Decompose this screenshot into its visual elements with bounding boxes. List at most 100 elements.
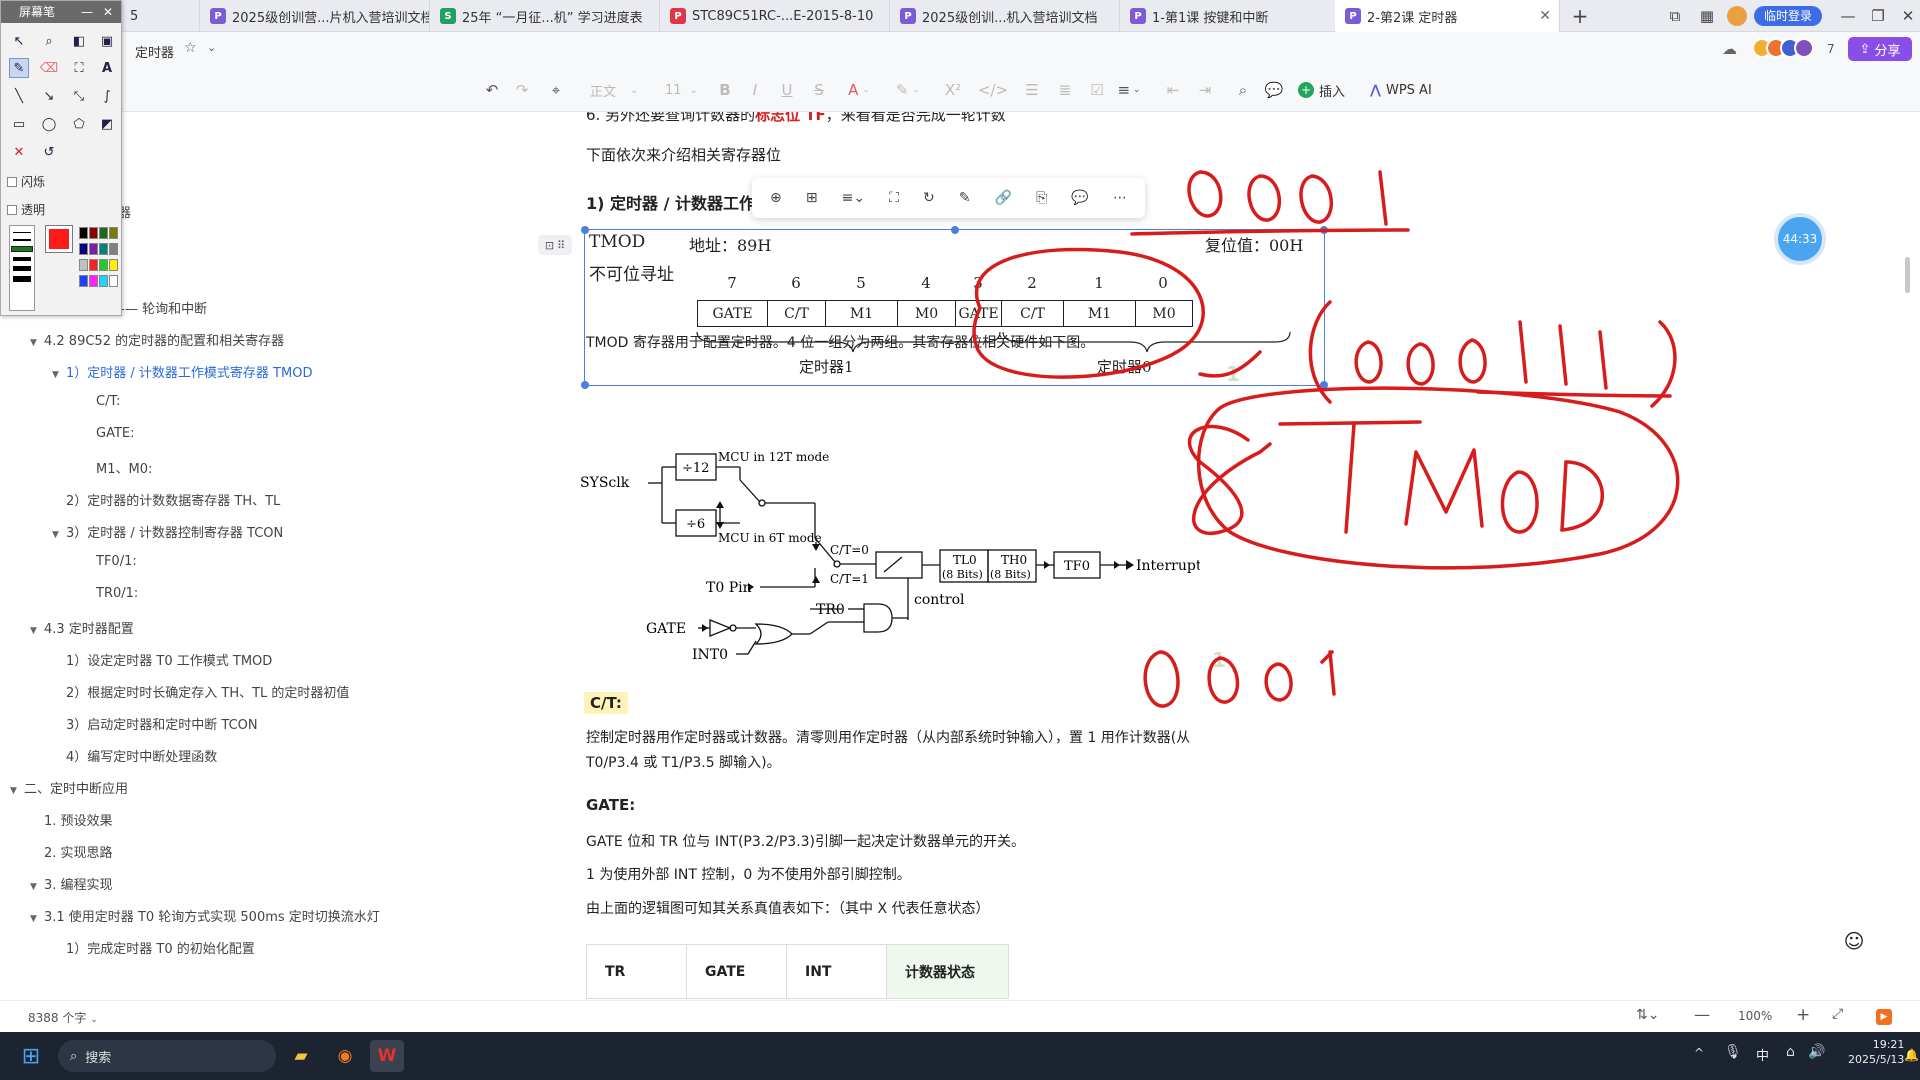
sidebar-item[interactable]: M1、M0: [96,458,152,477]
sidebar-item[interactable]: 1）设定定时器 T0 工作模式 TMOD [66,650,272,669]
tab-5[interactable]: P 1-第1课 按键和中断 [1120,0,1350,32]
shape-icon[interactable]: ◩ [97,114,117,134]
insert-button[interactable]: + 插入 [1298,80,1345,100]
recorder-icon[interactable]: ▶ [1876,1009,1892,1025]
zoom-in-icon[interactable]: + [1796,1005,1810,1025]
undo-icon[interactable]: ↺ [39,142,59,162]
pen-icon[interactable]: ✎ [9,58,29,78]
color-swatch[interactable] [109,243,118,255]
undo-icon[interactable]: ↶ [482,80,502,100]
cloud-icon[interactable]: ☁ [1722,40,1737,58]
transparent-checkbox[interactable]: 透明 [7,201,45,218]
indent-icon[interactable]: ⇥ [1195,80,1215,100]
caret-down-icon[interactable]: ▼ [30,914,44,924]
close-icon[interactable]: ✕ [103,1,113,23]
sidebar-item[interactable]: 2. 实现思路 [44,842,113,861]
current-color[interactable] [45,225,73,253]
tab-6-active[interactable]: P 2-第2课 定时器 ✕ [1335,0,1560,32]
network-icon[interactable]: ⌂ [1786,1044,1795,1060]
restore-icon[interactable]: ❐ [1863,0,1893,32]
sidebar-item[interactable]: ▼ 3. 编程实现 [30,874,113,893]
caret-down-icon[interactable]: ▼ [30,626,44,636]
bold-icon[interactable]: B [716,80,734,100]
color-swatch[interactable] [109,227,118,239]
color-swatch[interactable] [109,259,118,271]
wps-icon[interactable]: W [370,1040,404,1072]
document-canvas[interactable]: 6. 另外还要查询计数器的标志位 TF，来看看是否完成一轮计数 下面依次来介绍相… [538,112,1920,1032]
arrow-icon[interactable]: ↘ [39,86,59,106]
color-swatch[interactable] [89,227,98,239]
assistant-icon[interactable]: ☺ [1840,927,1868,955]
color-swatch[interactable] [89,259,98,271]
bullet-list-icon[interactable]: ☰ [1022,80,1042,100]
taskbar-search[interactable]: ⌕ 搜索 [58,1040,276,1072]
sidebar-item[interactable]: 1）完成定时器 T0 的初始化配置 [66,938,255,957]
code-icon[interactable]: </> [978,80,1008,100]
doc-title[interactable]: 定时器 [135,42,174,61]
sidebar-item[interactable]: ▼ 4.3 定时器配置 [30,618,134,637]
color-swatch[interactable] [99,243,108,255]
double-arrow-icon[interactable]: ⤡ [69,86,89,106]
strikethrough-icon[interactable]: S [810,80,828,100]
ellipse-icon[interactable]: ◯ [39,114,59,134]
tab-0[interactable]: 5 [120,0,200,32]
fullscreen-icon[interactable]: ⤢ [1832,1006,1843,1022]
caret-down-icon[interactable]: ▼ [52,530,66,540]
tab-3[interactable]: P STC89C51RC-...E-2015-8-10 [660,0,890,32]
curve-icon[interactable]: ∫ [97,86,117,106]
color-swatch[interactable] [109,275,118,287]
stroke-width-picker[interactable] [9,225,35,311]
underline-icon[interactable]: U [778,80,796,100]
sidebar-item[interactable]: 2）根据定时时长确定存入 TH、TL 的定时器初值 [66,682,349,701]
sidebar-item[interactable]: ▼ 3.1 使用定时器 T0 轮询方式实现 500ms 定时切换流水灯 [30,906,380,925]
sidebar-item[interactable]: TF0/1: [96,554,137,569]
text-icon[interactable]: A [97,58,117,78]
word-count[interactable]: 8388 个字 ⌄ [28,1009,98,1026]
color-swatch[interactable] [89,243,98,255]
checklist-icon[interactable]: ☑ [1087,80,1107,100]
firefox-icon[interactable]: ◉ [328,1040,362,1072]
new-tab-button[interactable]: + [1565,0,1595,32]
file-explorer-icon[interactable]: ▰ [284,1040,318,1072]
sidebar-item[interactable]: ▼ 1）定时器 / 计数器工作模式寄存器 TMOD [52,362,312,381]
comment-icon[interactable]: 💬 [1264,80,1284,100]
polygon-icon[interactable]: ⬠ [69,114,89,134]
microphone-icon[interactable]: 🎙 [1724,1044,1742,1060]
rectangle-icon[interactable]: ▭ [9,114,29,134]
close-tab-icon[interactable]: ✕ [1539,8,1551,24]
pointer-icon[interactable]: ↖ [9,31,29,51]
caret-down-icon[interactable]: ▼ [30,338,44,348]
sidebar-item[interactable]: 3）启动定时器和定时中断 TCON [66,714,258,733]
scrollbar-thumb[interactable] [1905,257,1910,293]
share-button[interactable]: ⇪ 分享 [1848,37,1912,61]
minimize-icon[interactable]: — [81,1,93,23]
font-size-select[interactable]: 11 ⌄ [665,80,698,100]
grid-icon[interactable]: ▦ [1692,0,1722,32]
search-icon[interactable]: ⌕ [1233,80,1253,100]
flash-checkbox[interactable]: 闪烁 [7,173,45,190]
layout-icon[interactable]: ⧉ [1660,0,1690,32]
layout-mode-icon[interactable]: ⇅⌄ [1636,1007,1659,1023]
sidebar-item[interactable]: TR0/1: [96,586,138,601]
sidebar-item[interactable]: C/T: [96,394,120,409]
color-swatch[interactable] [79,227,88,239]
zoom-icon[interactable]: ⌕ [39,31,59,51]
tab-2[interactable]: S 25年 “一月征...机” 学习进度表 [430,0,660,32]
color-swatch[interactable] [99,275,108,287]
zoom-out-icon[interactable]: — [1694,1005,1710,1024]
caret-down-icon[interactable]: ▼ [30,882,44,892]
chevron-down-icon[interactable]: ⌄ [207,41,216,54]
tray-overflow-icon[interactable]: ^ [1694,1046,1704,1060]
screenshot-icon[interactable]: ▣ [97,31,117,51]
color-swatch[interactable] [99,227,108,239]
sidebar-item[interactable]: 2）定时器的计数数据寄存器 TH、TL [66,490,280,509]
volume-icon[interactable]: 🔊 [1808,1044,1825,1060]
color-swatch[interactable] [89,275,98,287]
eraser-icon[interactable]: ⌫ [39,58,59,78]
redo-icon[interactable]: ↷ [512,80,532,100]
avatar[interactable] [1722,0,1752,32]
superscript-icon[interactable]: X² [940,80,966,100]
line-icon[interactable]: ╲ [9,86,29,106]
outdent-icon[interactable]: ⇤ [1163,80,1183,100]
notification-icon[interactable]: 🔔 [1904,1048,1919,1062]
